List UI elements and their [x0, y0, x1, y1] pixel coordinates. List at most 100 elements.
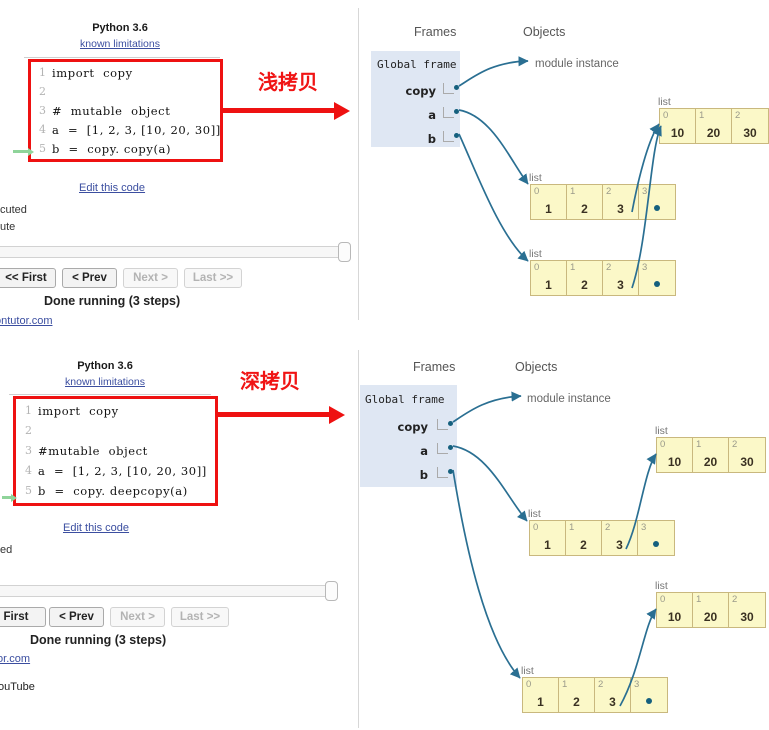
execution-pointer-icon: [2, 493, 17, 502]
cell-value: 3: [617, 278, 624, 292]
line-number: 5: [39, 142, 46, 155]
pointer-dot: [448, 445, 453, 450]
pointer-dot: [448, 421, 453, 426]
list-cell: 1 2: [567, 261, 603, 295]
cell-value: 1: [545, 278, 552, 292]
code-line: a = [1, 2, 3, [10, 20, 30]]: [38, 464, 207, 478]
list-cell: 2 3: [603, 185, 639, 219]
variable-b: b: [427, 132, 436, 146]
cell-pointer-dot: [654, 281, 660, 288]
object-inner-list-b: 0 10 1 20 2 30: [656, 592, 766, 628]
list-cell: 1 20: [696, 109, 732, 143]
red-arrow-line: [222, 108, 335, 113]
cell-index: 2: [732, 439, 738, 450]
pointer-dot: [454, 85, 459, 90]
step-slider-track[interactable]: [0, 246, 344, 258]
cell-value: 3: [609, 695, 616, 709]
objects-header: Objects: [523, 25, 566, 39]
cell-value: 3: [616, 538, 623, 552]
variable-copy: copy: [397, 420, 428, 434]
cell-index: 1: [570, 186, 576, 197]
cell-index: 3: [634, 679, 640, 690]
code-line: a = [1, 2, 3, [10, 20, 30]]: [52, 123, 221, 137]
first-button[interactable]: First: [0, 607, 46, 627]
last-button: Last >>: [184, 268, 242, 288]
pointer-dot: [454, 133, 459, 138]
cell-index: 1: [699, 110, 705, 121]
global-frame-title: Global frame: [377, 58, 457, 71]
frames-header: Frames: [414, 25, 457, 39]
cell-index: 3: [642, 186, 648, 197]
list-cell: 3: [639, 261, 675, 295]
pointer-dot: [448, 469, 453, 474]
site-link[interactable]: ontutor.com: [0, 315, 52, 327]
code-top-rule: [9, 394, 211, 395]
list-label: list: [658, 96, 671, 108]
deep-copy-annotation: 深拷贝: [240, 369, 300, 393]
cell-index: 1: [696, 439, 702, 450]
cell-index: 0: [526, 679, 532, 690]
execution-pointer-icon: [13, 147, 34, 156]
last-button: Last >>: [171, 607, 229, 627]
status-line: ed: [0, 544, 13, 556]
cell-index: 2: [605, 522, 611, 533]
prev-button[interactable]: < Prev: [62, 268, 117, 288]
deep-copy-panel: Python 3.6 known limitations 1 import co…: [0, 340, 769, 730]
cell-value: 20: [703, 455, 718, 469]
cell-index: 0: [534, 186, 540, 197]
step-slider-thumb[interactable]: [325, 581, 338, 601]
cell-index: 2: [606, 186, 612, 197]
object-inner-list-a: 0 10 1 20 2 30: [656, 437, 766, 473]
object-list-a: 0 1 1 2 2 3 3: [529, 520, 675, 556]
edit-this-code-link[interactable]: Edit this code: [63, 522, 129, 534]
line-number: 3: [39, 104, 46, 117]
site-link[interactable]: tor.com: [0, 653, 30, 665]
cell-index: 0: [533, 522, 539, 533]
cell-value: 2: [573, 695, 580, 709]
known-limitations-link: known limitations: [65, 376, 145, 388]
pane-divider: [358, 8, 359, 320]
list-cell: 0 1: [531, 185, 567, 219]
python-version-label: Python 3.6: [77, 360, 133, 372]
cell-index: 2: [735, 110, 741, 121]
first-button[interactable]: << First: [0, 268, 56, 288]
cell-value: 1: [537, 695, 544, 709]
list-label: list: [529, 172, 542, 184]
cell-value: 2: [581, 278, 588, 292]
list-cell: 0 1: [531, 261, 567, 295]
step-slider-track[interactable]: [0, 585, 332, 597]
red-arrow-line: [216, 412, 330, 417]
prev-button[interactable]: < Prev: [49, 607, 104, 627]
code-line: b = copy. copy(a): [52, 142, 172, 156]
line-number: 1: [39, 66, 46, 79]
shallow-copy-annotation: 浅拷贝: [258, 70, 318, 94]
list-cell: 3: [639, 185, 675, 219]
line-number: 4: [25, 464, 32, 477]
variable-b: b: [419, 468, 428, 482]
cell-value: 1: [544, 538, 551, 552]
known-limitations-link[interactable]: known limitations: [55, 38, 185, 50]
code-line: # mutable object: [52, 104, 171, 118]
code-top-rule: [24, 57, 220, 58]
list-cell: 2 3: [602, 521, 638, 555]
list-cell: 2 3: [603, 261, 639, 295]
list-cell: 1 20: [693, 438, 729, 472]
line-number: 2: [25, 424, 32, 437]
cell-index: 1: [696, 594, 702, 605]
youtube-text: ouTube: [0, 681, 35, 693]
edit-this-code-link[interactable]: Edit this code: [79, 182, 145, 194]
cell-value: 20: [703, 610, 718, 624]
step-slider-thumb[interactable]: [338, 242, 351, 262]
variable-slot: [437, 443, 448, 454]
next-button: Next >: [110, 607, 165, 627]
cell-index: 2: [598, 679, 604, 690]
code-line: import copy: [52, 66, 133, 80]
variable-slot: [443, 131, 454, 142]
status-line: cuted: [0, 204, 27, 216]
objects-header: Objects: [515, 360, 558, 374]
list-label: list: [529, 248, 542, 260]
cell-value: 10: [667, 610, 682, 624]
list-cell: 2 30: [732, 109, 768, 143]
done-running-status: Done running (3 steps): [30, 633, 167, 647]
cell-pointer-dot: [653, 541, 659, 548]
